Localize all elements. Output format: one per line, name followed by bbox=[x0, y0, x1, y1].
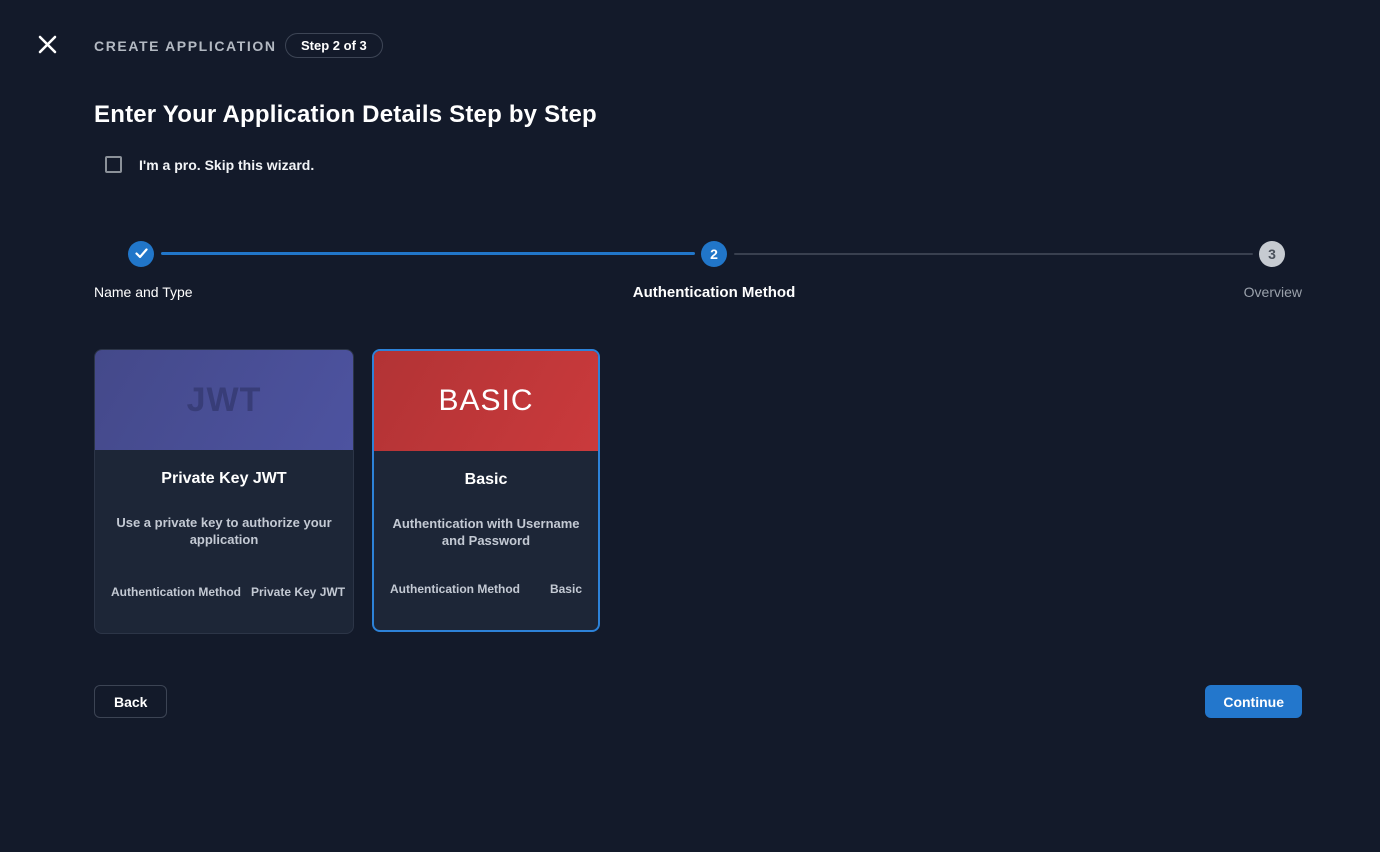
close-button[interactable] bbox=[34, 33, 60, 59]
basic-card-body: Basic Authentication with Username and P… bbox=[374, 451, 598, 630]
page-title: Enter Your Application Details Step by S… bbox=[94, 101, 597, 129]
basic-card-title: Basic bbox=[465, 471, 508, 489]
jwt-banner-text: JWT bbox=[187, 381, 262, 420]
jwt-card-body: Private Key JWT Use a private key to aut… bbox=[95, 450, 353, 633]
jwt-card-title: Private Key JWT bbox=[161, 470, 286, 488]
jwt-footer-value: Private Key JWT bbox=[251, 585, 345, 599]
basic-card-banner: BASIC bbox=[374, 351, 598, 451]
basic-banner-text: BASIC bbox=[438, 384, 533, 418]
step-1-indicator[interactable] bbox=[128, 241, 154, 267]
basic-footer-value: Basic bbox=[550, 582, 582, 596]
jwt-card-banner: JWT bbox=[95, 350, 353, 450]
basic-footer-label: Authentication Method bbox=[390, 582, 520, 596]
auth-method-card-basic[interactable]: BASIC Basic Authentication with Username… bbox=[372, 349, 600, 632]
jwt-footer-label: Authentication Method bbox=[111, 585, 241, 599]
jwt-card-footer: Authentication Method Private Key JWT bbox=[111, 585, 337, 599]
stepper-connector-upcoming bbox=[734, 253, 1253, 255]
step-progress-badge: Step 2 of 3 bbox=[285, 33, 383, 58]
step-3-indicator[interactable]: 3 bbox=[1259, 241, 1285, 267]
step-3-label: Overview bbox=[1244, 284, 1302, 300]
continue-button[interactable]: Continue bbox=[1205, 685, 1302, 718]
skip-wizard-checkbox-row[interactable]: I'm a pro. Skip this wizard. bbox=[105, 156, 314, 173]
basic-card-description: Authentication with Username and Passwor… bbox=[390, 515, 582, 549]
create-application-wizard: CREATE APPLICATION Step 2 of 3 Enter You… bbox=[0, 0, 1380, 852]
check-icon bbox=[135, 246, 148, 262]
auth-method-card-private-key-jwt[interactable]: JWT Private Key JWT Use a private key to… bbox=[94, 349, 354, 634]
step-2-number: 2 bbox=[710, 246, 718, 262]
step-1-label: Name and Type bbox=[94, 284, 193, 300]
step-2-label: Authentication Method bbox=[633, 284, 795, 301]
wizard-header-title: CREATE APPLICATION bbox=[94, 38, 277, 54]
x-close-icon bbox=[38, 35, 57, 57]
basic-card-footer: Authentication Method Basic bbox=[390, 582, 582, 596]
skip-wizard-checkbox[interactable] bbox=[105, 156, 122, 173]
stepper-connector-completed bbox=[161, 252, 695, 255]
step-3-number: 3 bbox=[1268, 246, 1276, 262]
skip-wizard-label: I'm a pro. Skip this wizard. bbox=[139, 157, 314, 173]
step-2-indicator[interactable]: 2 bbox=[701, 241, 727, 267]
back-button[interactable]: Back bbox=[94, 685, 167, 718]
jwt-card-description: Use a private key to authorize your appl… bbox=[111, 514, 337, 548]
